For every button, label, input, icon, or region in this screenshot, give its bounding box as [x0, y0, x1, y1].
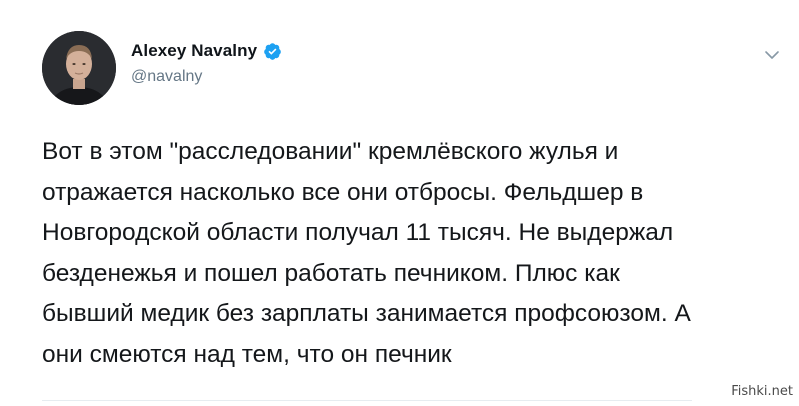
- avatar[interactable]: [42, 31, 116, 105]
- tweet-text: Вот в этом "расследовании" кремлёвского …: [42, 132, 782, 375]
- tweet-text-line: Вот в этом "расследовании" кремлёвского …: [42, 138, 619, 165]
- watermark: Fishki.net: [731, 384, 793, 399]
- chevron-down-icon[interactable]: [764, 48, 780, 60]
- tweet-text-line: Новгородской области получал 11 тысяч. Н…: [42, 219, 674, 246]
- tweet-text-line: бывший медик без зарплаты занимается про…: [42, 300, 691, 327]
- avatar-image: [42, 31, 116, 105]
- verified-badge-icon: [263, 42, 282, 61]
- author-display-name[interactable]: Alexey Navalny: [131, 41, 257, 61]
- author-handle[interactable]: @navalny: [131, 68, 202, 86]
- tweet-text-line: они смеются над тем, что он печник: [42, 340, 452, 368]
- author-name-row: Alexey Navalny: [131, 41, 282, 61]
- tweet-text-line: безденежья и пошел работать печником. Пл…: [42, 259, 620, 287]
- tweet-card: Alexey Navalny @navalny Вот в этом "расс…: [0, 0, 799, 406]
- tweet-text-line: отражается насколько все они отбросы. Фе…: [42, 178, 644, 206]
- divider: [42, 400, 692, 401]
